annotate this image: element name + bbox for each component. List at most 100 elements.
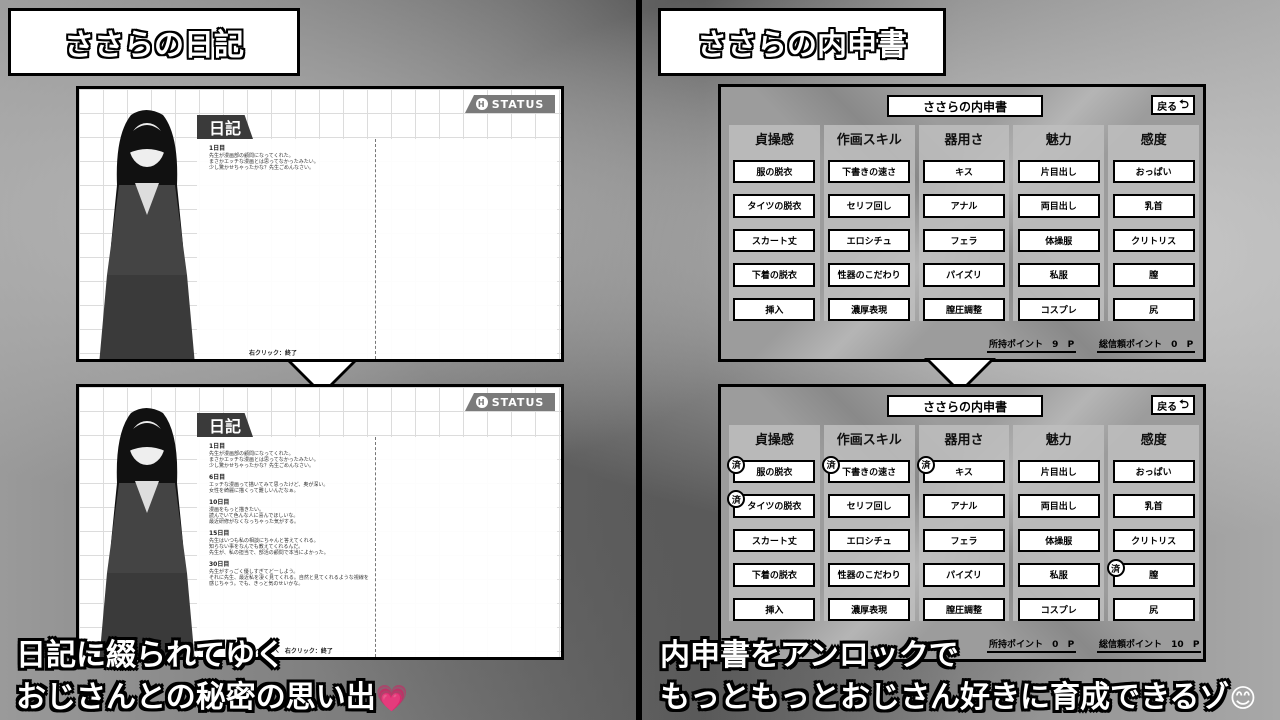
entry-line: 感じちゃう。でも、きっと気のせいかな。 xyxy=(209,581,304,587)
skill-cell[interactable]: セリフ回し xyxy=(828,194,911,218)
back-button[interactable]: 戻る ⮌ xyxy=(1151,395,1195,415)
skill-cell[interactable]: 体操服 xyxy=(1017,528,1100,552)
skill-cell[interactable]: 濃厚表現 xyxy=(828,297,911,321)
skill-cell[interactable]: 尻 xyxy=(1112,297,1195,321)
column-header: 作画スキル xyxy=(836,433,902,448)
status-button[interactable]: H STATUS xyxy=(465,95,555,113)
skill-cell[interactable]: 濃厚表現 xyxy=(828,597,911,621)
column-sensitivity: 感度 おっぱい 乳首 クリトリス 済膣 尻 xyxy=(1106,425,1199,621)
diary-entry: 15日目 先生はいつも私の相談にちゃんと答えてくれる。 知らない事をなんでも教え… xyxy=(209,530,369,556)
column-chastity: 貞操感 済服の脱衣 済タイツの脱衣 スカート丈 下着の脱衣 挿入 xyxy=(727,425,820,621)
skill-cell[interactable]: 膣 xyxy=(1112,263,1195,287)
skill-cell[interactable]: エロシチュ xyxy=(828,528,911,552)
caption-text: もっともっとおじさん好きに育成できるゾ xyxy=(660,680,1230,715)
skill-cell[interactable]: タイツの脱衣 xyxy=(733,194,816,218)
skill-cell[interactable]: コスプレ xyxy=(1017,297,1100,321)
skill-cell[interactable]: おっぱい xyxy=(1112,159,1195,183)
skill-cell[interactable]: クリトリス xyxy=(1112,528,1195,552)
skill-cell[interactable]: 性器のこだわり xyxy=(828,263,911,287)
caption-right-line1: 内申書をアンロックで xyxy=(660,638,959,673)
diary-tab: 日記 xyxy=(197,413,253,437)
skill-cell[interactable]: パイズリ xyxy=(922,263,1005,287)
caption-left-line2: おじさんとの秘密の思い出💗 xyxy=(16,672,408,716)
skill-cell[interactable]: コスプレ xyxy=(1017,597,1100,621)
entry-line: 女性を綺麗に描くって難しいんだなぁ。 xyxy=(209,488,299,494)
skill-cell[interactable]: 挿入 xyxy=(733,297,816,321)
skill-cell[interactable]: 済膣 xyxy=(1106,559,1195,587)
skill-cell[interactable]: おっぱい xyxy=(1112,459,1195,483)
skill-label: 膣 xyxy=(1149,571,1159,582)
skill-cell[interactable]: 下着の脱衣 xyxy=(733,563,816,587)
status-button[interactable]: H STATUS xyxy=(465,393,555,411)
skill-cell[interactable]: アナル xyxy=(922,194,1005,218)
column-chastity: 貞操感 服の脱衣 タイツの脱衣 スカート丈 下着の脱衣 挿入 xyxy=(729,125,820,321)
report-title: ささらの内申書 xyxy=(887,95,1043,117)
skill-cell[interactable]: フェラ xyxy=(922,528,1005,552)
back-button[interactable]: 戻る ⮌ xyxy=(1151,95,1195,115)
column-header: 魅力 xyxy=(1045,433,1072,448)
skill-cell[interactable]: アナル xyxy=(922,494,1005,518)
skill-cell[interactable]: 済服の脱衣 xyxy=(727,455,816,483)
skill-cell[interactable]: 乳首 xyxy=(1112,194,1195,218)
skill-cell[interactable]: 膣圧調整 xyxy=(922,597,1005,621)
skill-cell[interactable]: 性器のこだわり xyxy=(828,563,911,587)
skill-cell[interactable]: 私服 xyxy=(1017,263,1100,287)
skill-cell[interactable]: 尻 xyxy=(1112,597,1195,621)
skill-cell[interactable]: 服の脱衣 xyxy=(733,159,816,183)
skill-cell[interactable]: 片目出し xyxy=(1017,459,1100,483)
entry-day: 30日目 xyxy=(209,561,230,568)
skill-cell[interactable]: エロシチュ xyxy=(828,228,911,252)
column-header: 感度 xyxy=(1140,133,1167,148)
column-header: 作画スキル xyxy=(836,133,902,148)
trust-points-value: 10 xyxy=(1171,640,1184,650)
skill-columns: 貞操感 服の脱衣 タイツの脱衣 スカート丈 下着の脱衣 挿入 作画スキル 下書き… xyxy=(729,125,1199,321)
page-divider xyxy=(375,437,376,657)
column-header: 魅力 xyxy=(1045,133,1072,148)
column-header: 貞操感 xyxy=(754,433,794,448)
trust-points-label: 総信頼ポイント xyxy=(1099,640,1163,650)
status-label: STATUS xyxy=(491,97,545,111)
trust-points: 総信頼ポイント 10 P xyxy=(1097,637,1202,653)
done-stamp-icon: 済 xyxy=(916,455,935,474)
skill-cell[interactable]: 済下書きの速さ xyxy=(822,455,911,483)
skill-cell[interactable]: フェラ xyxy=(922,228,1005,252)
entry-line: 少し驚かせちゃったかな？先生ごめんなさい。 xyxy=(209,463,315,469)
skill-cell[interactable]: 下着の脱衣 xyxy=(733,263,816,287)
skill-cell[interactable]: クリトリス xyxy=(1112,228,1195,252)
skill-cell[interactable]: 挿入 xyxy=(733,597,816,621)
skill-cell[interactable]: キス xyxy=(922,159,1005,183)
skill-cell[interactable]: スカート丈 xyxy=(733,528,816,552)
report-panel-after: ささらの内申書 戻る ⮌ 貞操感 済服の脱衣 済タイツの脱衣 スカート丈 下着の… xyxy=(718,384,1206,662)
caption-left-line1: 日記に綴られてゆく xyxy=(16,638,286,673)
skill-cell[interactable]: スカート丈 xyxy=(733,228,816,252)
trust-points-value: 0 xyxy=(1171,340,1178,350)
page-divider xyxy=(375,139,376,359)
skill-cell[interactable]: セリフ回し xyxy=(828,494,911,518)
skill-cell[interactable]: 私服 xyxy=(1017,563,1100,587)
skill-cell[interactable]: 膣圧調整 xyxy=(922,297,1005,321)
column-charm: 魅力 片目出し 両目出し 体操服 私服 コスプレ xyxy=(1013,125,1105,321)
skill-cell[interactable]: 下書きの速さ xyxy=(828,159,911,183)
entry-day: 1日目 xyxy=(209,145,226,152)
skill-cell[interactable]: 両目出し xyxy=(1017,194,1100,218)
skill-cell[interactable]: 両目出し xyxy=(1017,494,1100,518)
done-stamp-icon: 済 xyxy=(822,455,841,474)
column-dexterity: 器用さ キス アナル フェラ パイズリ 膣圧調整 xyxy=(918,125,1010,321)
skill-cell[interactable]: 片目出し xyxy=(1017,159,1100,183)
h-heart-icon: H xyxy=(475,98,488,110)
entry-line: 少し驚かせちゃったかな？先生ごめんなさい。 xyxy=(209,165,315,171)
diary-footer-hint: 右クリック：終了 xyxy=(249,350,298,357)
entry-day: 10日目 xyxy=(209,499,230,506)
skill-cell[interactable]: 乳首 xyxy=(1112,494,1195,518)
entry-day: 15日目 xyxy=(209,530,230,537)
skill-cell[interactable]: 済タイツの脱衣 xyxy=(727,490,816,518)
title-diary: ささらの日記 xyxy=(8,8,300,76)
character-illustration xyxy=(99,110,195,359)
skill-cell[interactable]: 済キス xyxy=(916,455,1005,483)
diary-tab: 日記 xyxy=(197,115,253,139)
diary-panel-after: 日記 1日目 先生が漫画部の顧問になってくれた。 まさかエッチな漫画とは思ってな… xyxy=(76,384,564,660)
held-points: 所持ポイント 0 P xyxy=(987,637,1077,653)
skill-cell[interactable]: 体操服 xyxy=(1017,228,1100,252)
character-illustration xyxy=(99,408,195,657)
skill-cell[interactable]: パイズリ xyxy=(922,563,1005,587)
